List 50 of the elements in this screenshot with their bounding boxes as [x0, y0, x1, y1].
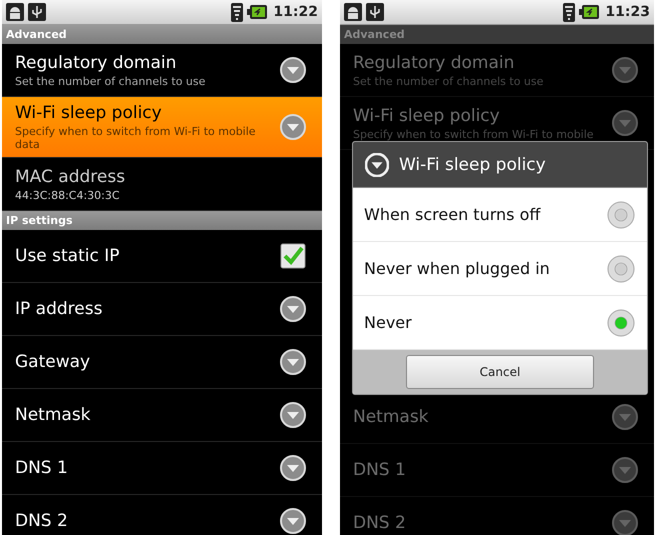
settings-row[interactable]: Wi-Fi sleep policy Specify when to switch from Wi-Fi to mobile data	[2, 97, 322, 158]
dropdown-icon	[612, 457, 638, 483]
section-header: Advanced	[340, 25, 654, 44]
checkbox[interactable]	[280, 243, 306, 269]
dropdown-icon	[612, 57, 638, 83]
radio-option[interactable]: Never when plugged in	[353, 242, 647, 296]
battery-icon	[579, 5, 600, 19]
setting-title: Regulatory domain	[15, 52, 178, 72]
radio-button[interactable]	[607, 308, 635, 336]
dropdown-icon	[280, 402, 306, 428]
radio-option[interactable]: When screen turns off	[353, 188, 647, 242]
setting-summary: Set the number of channels to use	[353, 74, 544, 88]
radio-button[interactable]	[607, 254, 635, 282]
setting-title: DNS 2	[353, 513, 407, 533]
setting-summary: Specify when to switch from Wi-Fi to mobile data	[15, 125, 257, 151]
setting-title: MAC address	[15, 166, 126, 186]
dropdown-icon	[280, 114, 306, 140]
setting-summary: Specify when to switch from Wi-Fi to mobile	[353, 128, 595, 140]
status-time: 11:23	[605, 4, 650, 20]
setting-title: Wi-Fi sleep policy	[15, 103, 163, 123]
setting-title: DNS 2	[15, 511, 69, 531]
dropdown-icon	[280, 455, 306, 481]
dialog-title: Wi-Fi sleep policy	[399, 154, 546, 174]
setting-title: Use static IP	[15, 246, 121, 266]
dropdown-icon	[280, 349, 306, 375]
setting-title: IP address	[15, 299, 104, 319]
section-header: IP settings	[2, 211, 322, 230]
setting-title: Wi-Fi sleep policy	[353, 106, 501, 126]
setting-summary: 44:3C:88:C4:30:3C	[15, 188, 121, 202]
dropdown-icon	[612, 110, 638, 136]
dropdown-icon	[280, 508, 306, 534]
setting-title: Regulatory domain	[353, 52, 516, 72]
setting-summary: Set the number of channels to use	[15, 74, 206, 88]
dropdown-icon	[280, 296, 306, 322]
cancel-button[interactable]: Cancel	[406, 355, 594, 389]
setting-title: Netmask	[15, 405, 92, 425]
usb-icon	[366, 3, 384, 21]
setting-title: DNS 1	[15, 458, 69, 478]
usb-icon	[28, 3, 46, 21]
setting-title: Gateway	[15, 352, 92, 372]
battery-icon	[247, 5, 268, 19]
setting-title: DNS 1	[353, 460, 407, 480]
status-time: 11:22	[273, 4, 318, 20]
radio-button[interactable]	[607, 200, 635, 228]
dropdown-icon	[612, 404, 638, 430]
dropdown-icon	[280, 57, 306, 83]
dropdown-icon	[612, 510, 638, 535]
setting-title: Netmask	[353, 407, 430, 427]
section-header: Advanced	[2, 25, 322, 44]
dropdown-icon	[365, 152, 389, 176]
